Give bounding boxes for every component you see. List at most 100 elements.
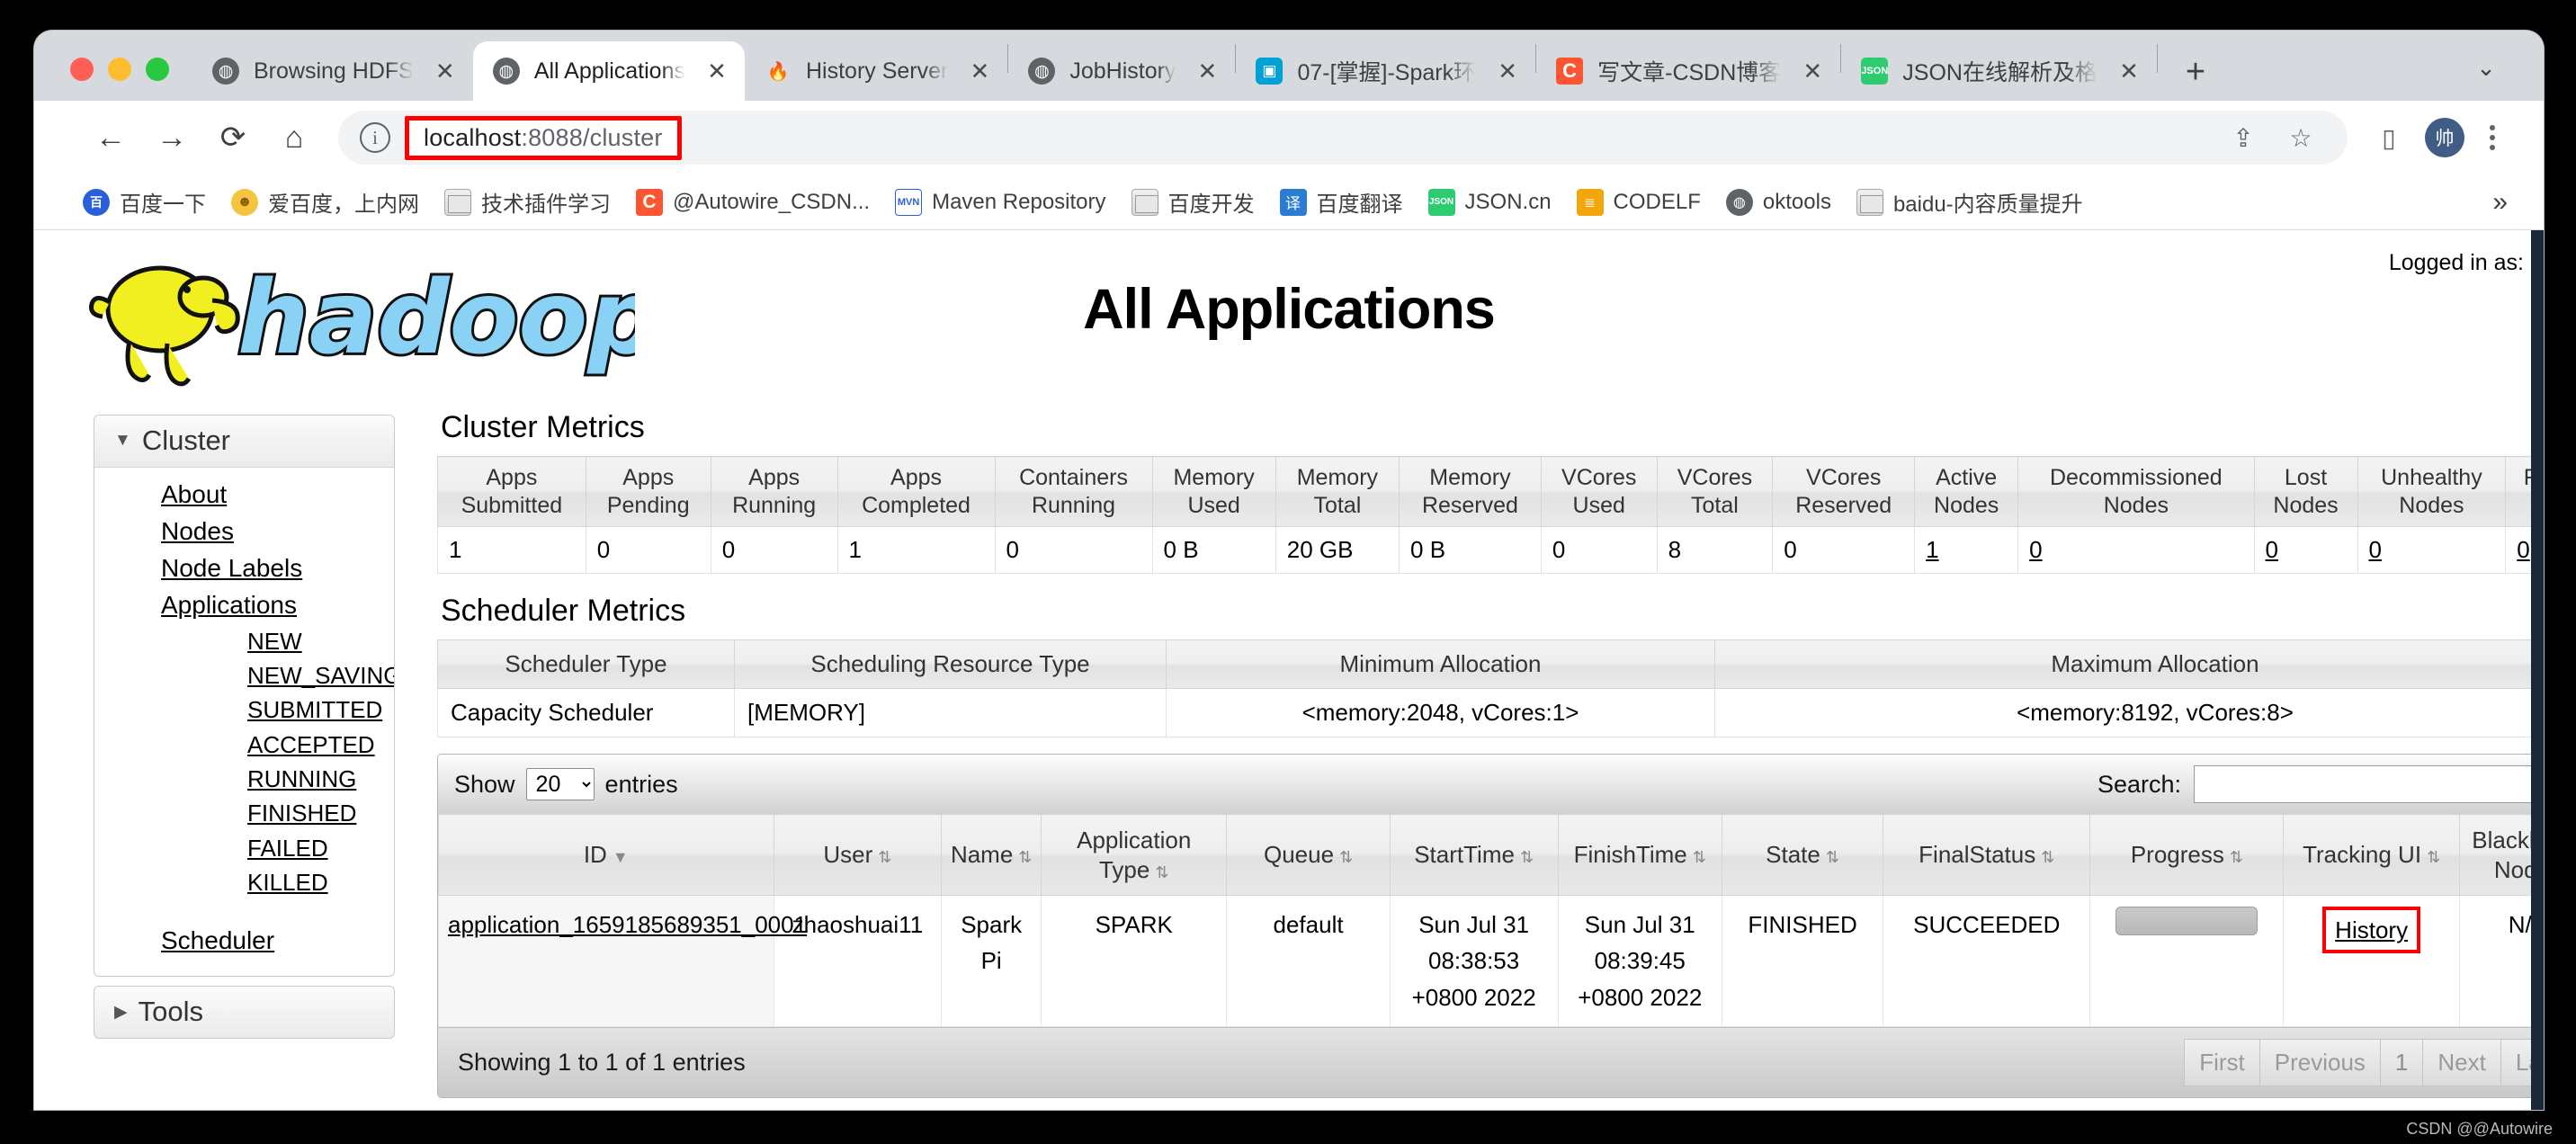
home-button[interactable]: ⌂ [266,110,322,165]
maximize-window-button[interactable] [146,58,169,81]
bookmark-label: CODELF [1613,189,1701,214]
bookmark-json-cn[interactable]: JSON JSON.cn [1416,183,1564,221]
close-icon[interactable]: ✕ [2114,56,2144,86]
close-icon[interactable]: ✕ [1492,56,1523,86]
col-finishtime[interactable]: FinishTime ⇅ [1557,814,1722,896]
application-id-link[interactable]: application_1659185689351_0001 [448,911,807,938]
maven-icon: MVN [895,188,923,216]
bilibili-icon: ▣ [1256,58,1284,85]
col-id[interactable]: ID ▼ [438,814,774,896]
sidebar-item-applications[interactable]: Applications [94,587,394,624]
sidebar-item-nodes[interactable]: Nodes [94,514,394,550]
cluster-metrics-table: Apps Submitted Apps Pending Apps Running Ap… [437,456,2544,574]
sidebar-item-failed[interactable]: FAILED [94,831,394,865]
col-application-type[interactable]: Application Type ⇅ [1041,814,1228,896]
sidebar-item-about[interactable]: About [94,477,394,514]
col-name[interactable]: Name ⇅ [941,814,1042,896]
cell-lost-nodes[interactable]: 0 [2253,526,2358,574]
star-icon[interactable]: ☆ [2276,112,2326,163]
cell-unhealthy-nodes[interactable]: 0 [2357,526,2507,574]
reload-button[interactable]: ⟳ [205,110,261,165]
bookmark-baidu-fanyi[interactable]: 译 百度翻译 [1267,181,1416,223]
chevron-down-icon[interactable]: ⌄ [2461,45,2511,90]
browser-tab-browsing-hdfs[interactable]: ◍ Browsing HDFS ✕ [192,41,473,101]
browser-tab-history-server[interactable]: 🔥 History Server ✕ [745,41,1007,101]
cell-memory-used: 0 B [1151,526,1276,574]
col-finalstatus[interactable]: FinalStatus ⇅ [1883,814,2091,896]
pagination-first[interactable]: First [2184,1038,2260,1086]
cell-application-id[interactable]: application_1659185689351_0001 [438,895,807,1027]
bookmark-ai-baidu[interactable]: ☻ 爱百度，上内网 [219,181,432,223]
pagination-previous[interactable]: Previous [2259,1038,2381,1086]
sidebar-header-label: Tools [138,996,203,1028]
col-tracking-ui[interactable]: Tracking UI ⇅ [2283,814,2460,896]
bookmark-autowire-csdn[interactable]: C @Autowire_CSDN... [623,183,882,221]
back-button[interactable]: ← [83,110,139,165]
close-icon[interactable]: ✕ [702,56,732,86]
sidebar-item-scheduler[interactable]: Scheduler [94,923,394,960]
bookmark-oktools[interactable]: ◍ oktools [1713,183,1844,221]
address-bar[interactable]: i localhost:8088/cluster ⇪ ☆ [338,111,2348,165]
close-window-button[interactable] [70,58,94,81]
new-tab-button[interactable]: + [2167,43,2224,101]
page-scrollbar[interactable] [2531,230,2544,1110]
sidebar-item-accepted[interactable]: ACCEPTED [94,728,394,762]
bookmark-folder-plugin-study[interactable]: 技术插件学习 [432,181,623,223]
col-queue[interactable]: Queue ⇅ [1226,814,1391,896]
sidebar-item-submitted[interactable]: SUBMITTED [94,693,394,727]
search-input[interactable] [2194,765,2544,803]
cell-tracking-ui[interactable]: History [2283,895,2460,1027]
avatar[interactable]: 帅 [2425,118,2464,157]
bookmark-maven-repository[interactable]: MVN Maven Repository [882,183,1118,221]
cell-decommissioned-nodes[interactable]: 0 [2017,526,2255,574]
pagination-next[interactable]: Next [2423,1038,2501,1086]
browser-tab-all-applications[interactable]: ◍ All Applications ✕ [472,41,745,101]
close-icon[interactable]: ✕ [964,56,995,86]
close-icon[interactable]: ✕ [1192,56,1222,86]
tab-strip: ◍ Browsing HDFS ✕ ◍ All Applications ✕ 🔥… [34,31,2544,101]
scheduler-metrics-table: Scheduler Type Scheduling Resource Type … [437,639,2544,737]
sidebar-item-killed[interactable]: KILLED [94,865,394,899]
col-user[interactable]: User ⇅ [773,814,943,896]
minimize-window-button[interactable] [108,58,131,81]
omnibox-actions: ⇪ ☆ [2218,112,2326,163]
close-icon[interactable]: ✕ [430,56,461,86]
entries-per-page-select[interactable]: 20 40 60 80 100 [525,768,595,800]
sidebar-header-tools[interactable]: ▶ Tools [94,987,394,1038]
watermark: CSDN @@Autowire [2406,1120,2553,1138]
share-icon[interactable]: ⇪ [2218,112,2268,163]
history-link[interactable]: History [2335,916,2408,943]
browser-tab-csdn-write[interactable]: C 写文章-CSDN博客 ✕ [1536,41,1840,101]
bookmark-baidu-search[interactable]: 百 百度一下 [70,181,219,223]
col-apps-pending: Apps Pending [585,456,711,527]
sidebar-item-node-labels[interactable]: Node Labels [94,550,394,587]
cell-vcores-used: 0 [1540,526,1658,574]
browser-tab-jobhistory[interactable]: ◍ JobHistory ✕ [1008,41,1235,101]
browser-tab-spark-video[interactable]: ▣ 07-[掌握]-Spark环 ✕ [1236,41,1535,101]
info-icon[interactable]: i [360,122,390,153]
bookmark-codelf[interactable]: ≣ CODELF [1564,183,1713,221]
sidebar-header-cluster[interactable]: ▼ Cluster [94,416,394,468]
col-starttime[interactable]: StartTime ⇅ [1389,814,1559,896]
sort-icon: ⇅ [1339,848,1354,867]
bookmark-folder-baidu-dev[interactable]: 百度开发 [1119,181,1267,223]
bookmarks-overflow-button[interactable]: » [2492,187,2508,218]
bookmark-label: Maven Repository [932,189,1106,214]
sidebar-item-new[interactable]: NEW [94,624,394,658]
col-state[interactable]: State ⇅ [1721,814,1884,896]
table-row: Capacity Scheduler [MEMORY] <memory:2048… [437,688,2544,737]
sidebar-item-finished[interactable]: FINISHED [94,796,394,830]
sidebar-item-new-saving[interactable]: NEW_SAVING [94,658,394,693]
bookmark-label: 百度一下 [120,192,206,217]
side-panel-icon[interactable]: ▯ [2364,112,2414,163]
three-dots-icon[interactable] [2472,112,2513,163]
bookmark-folder-baidu-quality[interactable]: baidu-内容质量提升 [1844,181,2096,223]
col-progress[interactable]: Progress ⇅ [2089,814,2285,896]
bookmark-label: 技术插件学习 [481,192,611,217]
cell-active-nodes[interactable]: 1 [1914,526,2019,574]
forward-button[interactable]: → [144,110,200,165]
pagination-page-1[interactable]: 1 [2380,1038,2424,1086]
close-icon[interactable]: ✕ [1797,56,1828,86]
sidebar-item-running[interactable]: RUNNING [94,762,394,796]
browser-tab-json-parser[interactable]: JSON JSON在线解析及格 ✕ [1841,41,2157,101]
